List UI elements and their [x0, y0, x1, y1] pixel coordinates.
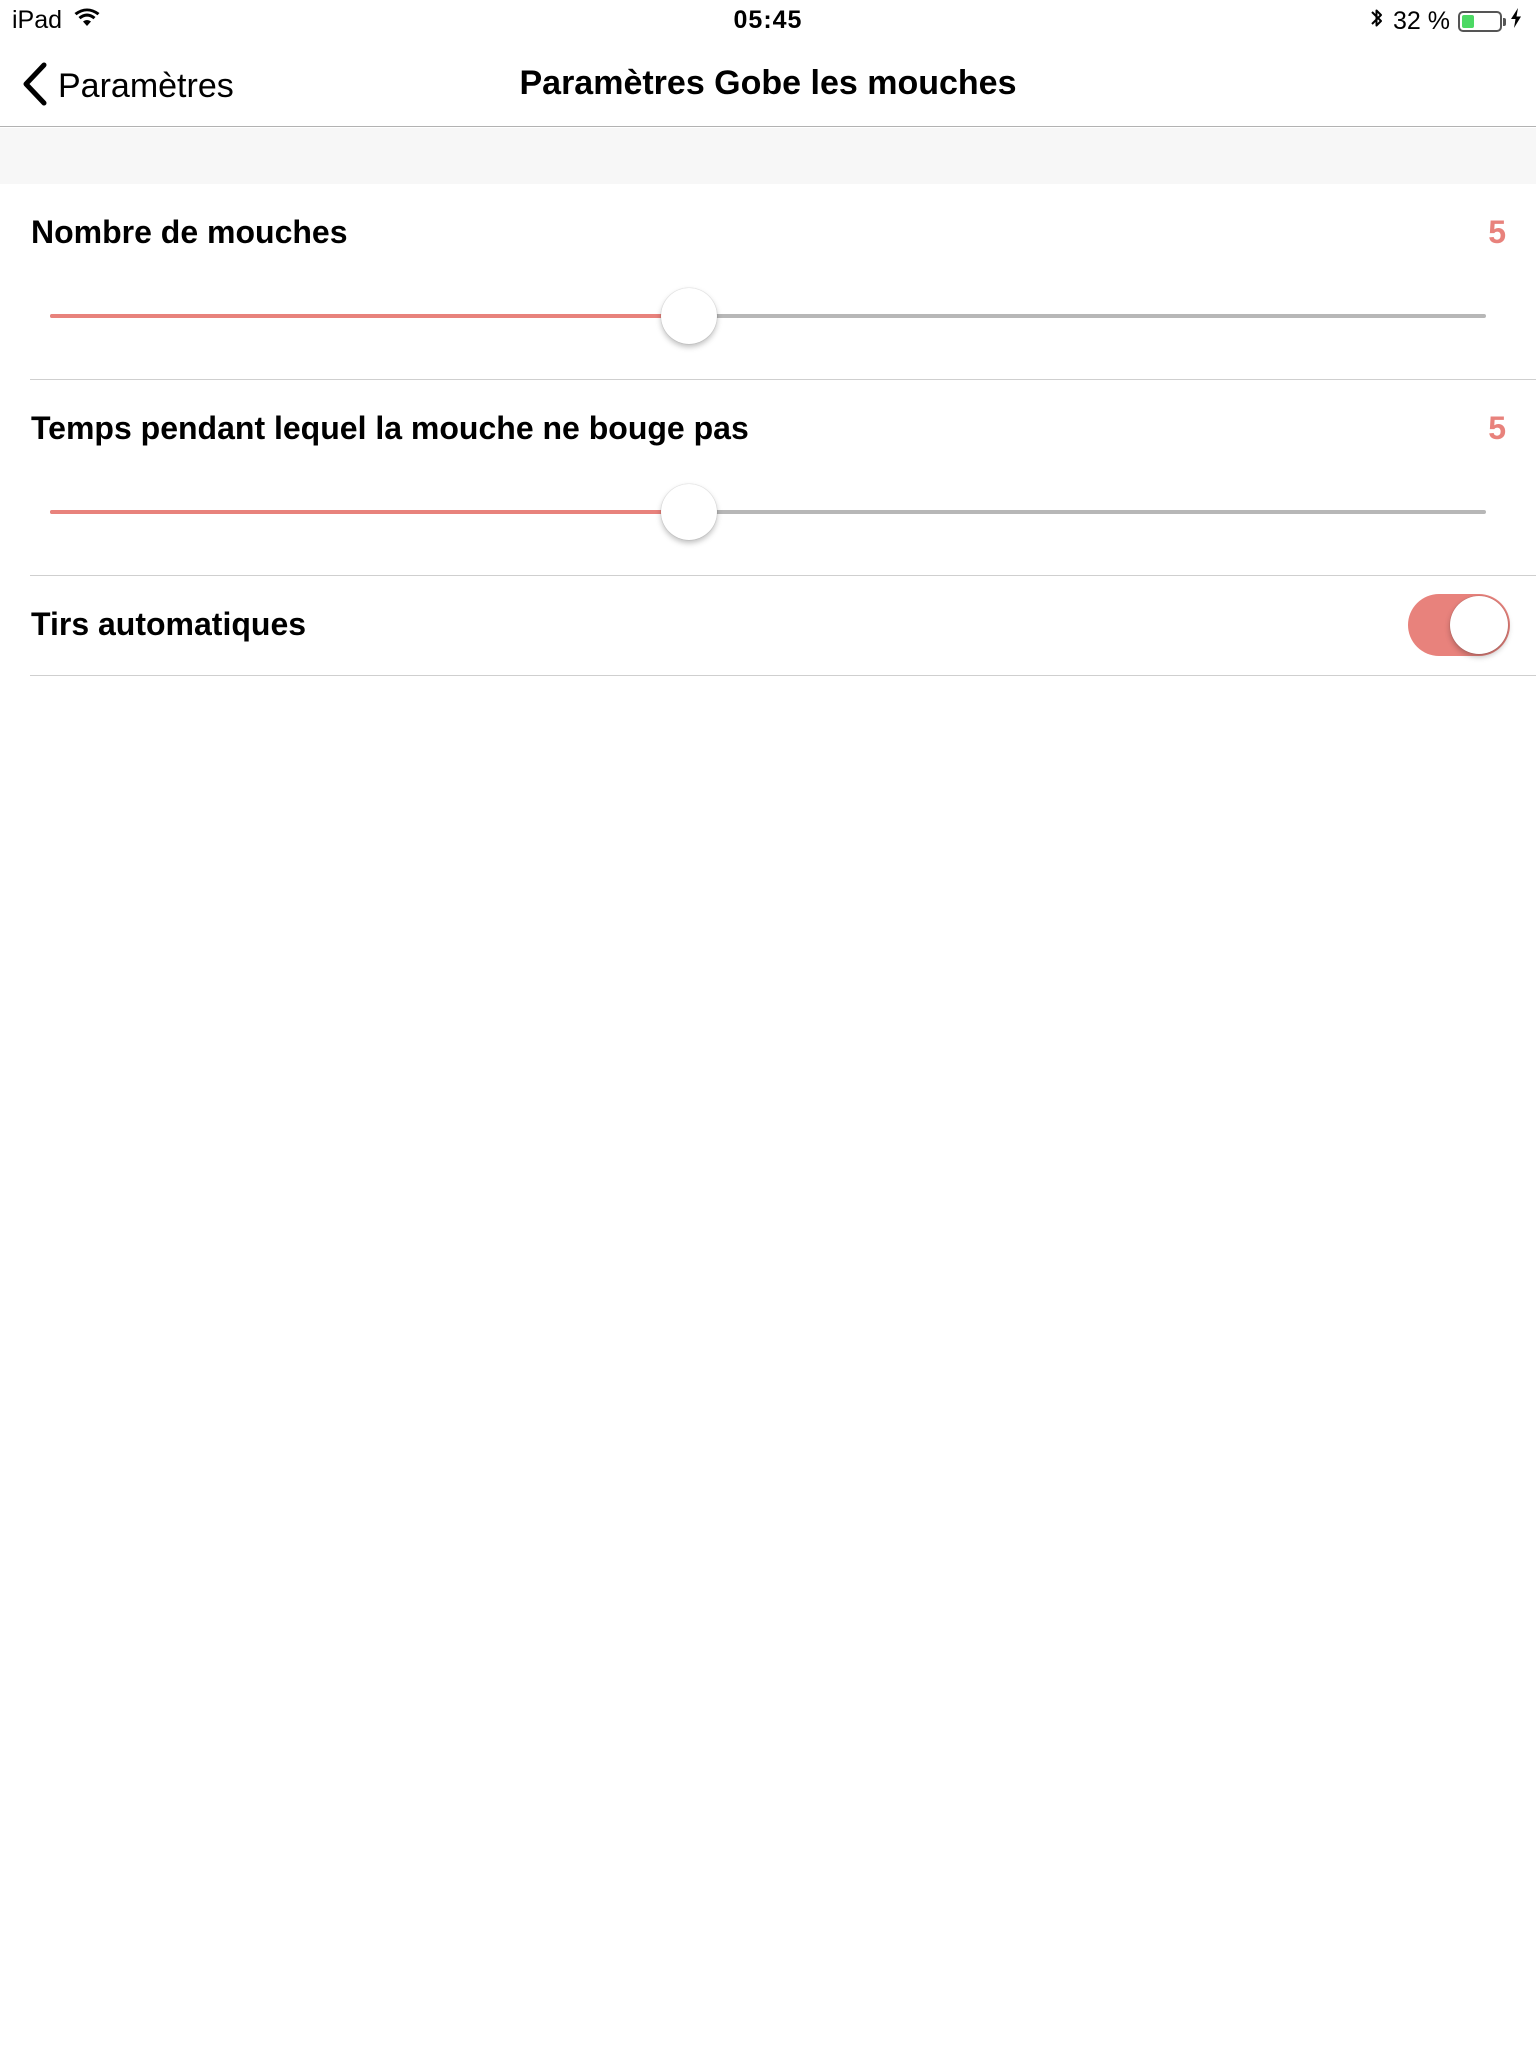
row-separator — [30, 575, 1536, 576]
status-time: 05:45 — [733, 6, 803, 34]
navigation-bar: Paramètres Paramètres Gobe les mouches — [0, 40, 1536, 127]
setting-label: Nombre de mouches — [31, 214, 348, 250]
flies-count-slider[interactable] — [50, 286, 1486, 346]
row-separator — [30, 379, 1536, 380]
status-bar: iPad 05:45 32 % — [0, 0, 1536, 40]
bluetooth-icon — [1369, 6, 1385, 37]
page-title: Paramètres Gobe les mouches — [519, 64, 1017, 102]
status-right: 32 % — [1369, 6, 1522, 37]
setting-row-flies-count: Nombre de mouches 5 — [30, 212, 1536, 372]
slider-fill — [50, 314, 690, 318]
slider-thumb[interactable] — [661, 288, 718, 344]
setting-label: Temps pendant lequel la mouche ne bouge … — [31, 410, 749, 446]
toggle-knob — [1450, 596, 1508, 654]
battery-icon — [1458, 11, 1506, 32]
section-header-spacer — [0, 128, 1536, 184]
slider-thumb[interactable] — [661, 484, 718, 540]
setting-row-fly-still-time: Temps pendant lequel la mouche ne bouge … — [30, 408, 1536, 568]
battery-percent: 32 % — [1393, 7, 1450, 35]
setting-label: Tirs automatiques — [31, 606, 307, 642]
fly-still-time-slider[interactable] — [50, 482, 1486, 542]
row-separator — [30, 675, 1536, 676]
charging-bolt-icon — [1510, 7, 1522, 36]
slider-fill — [50, 510, 690, 514]
auto-fire-toggle[interactable] — [1408, 594, 1510, 656]
setting-value: 5 — [1488, 410, 1506, 446]
setting-row-auto-fire: Tirs automatiques — [30, 594, 1536, 674]
battery-level — [1462, 15, 1474, 28]
battery-cap — [1503, 18, 1506, 26]
setting-value: 5 — [1488, 214, 1506, 250]
